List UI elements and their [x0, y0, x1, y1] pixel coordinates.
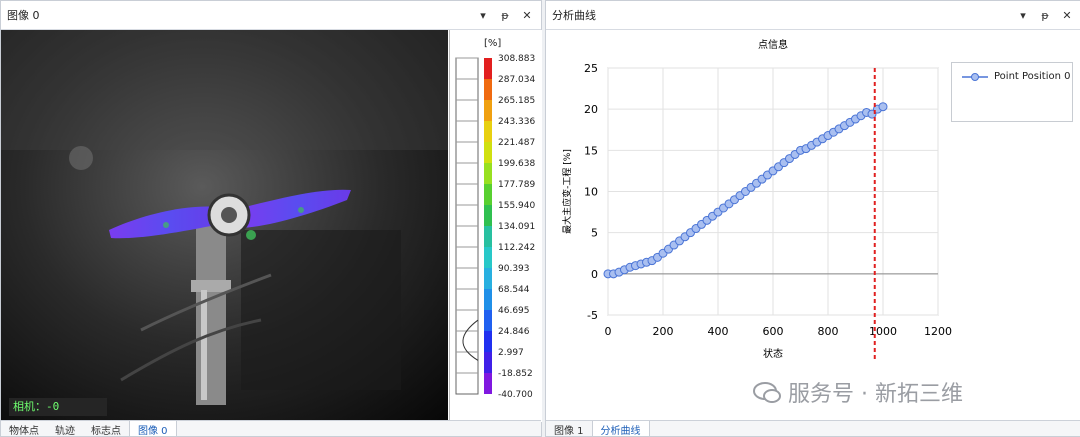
camera-image-viewport[interactable]: 相机：-0: [1, 30, 448, 422]
scale-tick-label: 265.185: [498, 96, 535, 106]
dropdown-icon[interactable]: ▾: [477, 9, 489, 22]
pin-icon[interactable]: ᵽ: [1039, 9, 1051, 22]
y-axis-label: 最大主应变-工程 [%]: [561, 149, 573, 234]
y-tick-label: 20: [584, 103, 598, 116]
x-tick-label: 0: [605, 325, 612, 338]
scale-tick-label: 199.638: [498, 159, 535, 169]
x-tick-label: 400: [708, 325, 729, 338]
scale-tick-label: 134.091: [498, 222, 535, 232]
scale-tick-label: -18.852: [498, 369, 533, 379]
y-tick-label: -5: [587, 309, 598, 322]
x-tick-label: 1000: [869, 325, 897, 338]
camera-label: 相机：-0: [9, 398, 107, 416]
tab-0[interactable]: 物体点: [1, 421, 47, 436]
analysis-panel: 分析曲线 ▾ ᵽ ✕ 点信息 0 200 400 600 800 1000 1200 -5 0 5 1…: [545, 0, 1080, 437]
x-tick-label: 600: [763, 325, 784, 338]
close-icon[interactable]: ✕: [521, 9, 533, 22]
x-tick-label: 200: [653, 325, 674, 338]
scale-tick-label: 2.997: [498, 348, 524, 358]
x-axis-label: 状态: [763, 347, 783, 360]
watermark: 服务号 · 新拓三维: [752, 376, 963, 408]
legend-label: Point Position 0: [994, 71, 1071, 82]
right-tab-bar: 图像 1 分析曲线: [546, 420, 1080, 436]
tab-1[interactable]: 轨迹: [47, 421, 83, 436]
scale-tick-label: 90.393: [498, 264, 530, 274]
scale-tick-label: -40.700: [498, 390, 533, 400]
watermark-text: 服务号 · 新拓三维: [788, 382, 963, 407]
y-tick-label: 15: [584, 144, 598, 157]
scale-tick-label: 155.940: [498, 201, 535, 211]
tab-3[interactable]: 图像 0: [129, 421, 177, 436]
color-scale: [%] 308.883 287.034 265.185 243.336 221.487 1…: [449, 30, 542, 422]
tab-2[interactable]: 标志点: [83, 421, 129, 436]
left-tab-bar: 物体点 轨迹 标志点 图像 0: [1, 420, 541, 436]
scale-tick-label: 24.846: [498, 327, 530, 337]
chart-area[interactable]: 点信息 0 200 400 600 800 1000 1200 -5 0 5 10 15 20 25 最大主应…: [546, 30, 1080, 420]
image-panel-title: 图像 0: [7, 9, 40, 22]
y-tick-label: 25: [584, 62, 598, 75]
app-window: 图像 0 ▾ ᵽ ✕ 相机：-0 [%] 308.883 287.034 265…: [0, 0, 1080, 437]
image-panel: 图像 0 ▾ ᵽ ✕ 相机：-0 [%] 308.883 287.034 265…: [0, 0, 542, 437]
tab-1[interactable]: 分析曲线: [591, 421, 650, 436]
y-tick-label: 10: [584, 186, 598, 199]
scale-tick-label: 68.544: [498, 285, 530, 295]
scale-tick-label: 112.242: [498, 243, 535, 253]
scale-tick-label: 177.789: [498, 180, 535, 190]
scale-tick-label: 287.034: [498, 75, 535, 85]
tab-0[interactable]: 图像 1: [546, 421, 592, 436]
x-tick-label: 800: [818, 325, 839, 338]
close-icon[interactable]: ✕: [1061, 9, 1073, 22]
scale-tick-label: 243.336: [498, 117, 535, 127]
camera-image: [1, 30, 448, 422]
scale-tick-label: 221.487: [498, 138, 535, 148]
chart-title: 点信息: [758, 38, 788, 51]
stand-post: [196, 225, 226, 405]
chart-legend: Point Position 0: [951, 62, 1073, 122]
analysis-panel-title: 分析曲线: [552, 9, 596, 22]
data-point[interactable]: [878, 102, 888, 112]
y-tick-label: 5: [591, 227, 598, 240]
analysis-panel-titlebar: 分析曲线 ▾ ᵽ ✕: [546, 1, 1080, 30]
pin-icon[interactable]: ᵽ: [499, 9, 511, 22]
x-tick-label: 1200: [924, 325, 952, 338]
scale-unit: [%]: [484, 38, 502, 49]
chat-icon: [753, 382, 781, 403]
scale-tick-label: 308.883: [498, 54, 535, 64]
image-panel-titlebar: 图像 0 ▾ ᵽ ✕: [1, 1, 541, 30]
y-tick-label: 0: [591, 268, 598, 281]
scale-bar: 308.883 287.034 265.185 243.336 221.487 199.6…: [455, 54, 535, 400]
scale-tick-label: 46.695: [498, 306, 530, 316]
dropdown-icon[interactable]: ▾: [1017, 9, 1029, 22]
